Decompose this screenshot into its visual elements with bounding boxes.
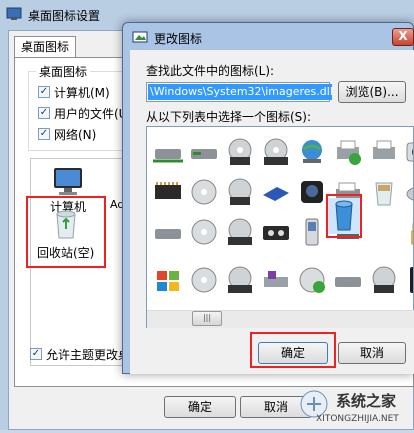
disc-check-icon[interactable]	[295, 263, 329, 297]
camera-icon[interactable]	[403, 135, 413, 169]
back-ok-button[interactable]: 确定	[164, 396, 236, 418]
drive-2-icon[interactable]	[331, 263, 365, 297]
dvd-r-icon[interactable]	[223, 175, 257, 209]
dvd-ram-icon[interactable]	[223, 215, 257, 249]
allow-themes-checkbox[interactable]: ✓	[30, 348, 42, 360]
tape-icon[interactable]	[259, 215, 293, 249]
close-button[interactable]: X	[392, 28, 414, 46]
select-icon-label: 从以下列表中选择一个图标(S):	[146, 110, 312, 124]
network-checkbox[interactable]: ✓	[38, 128, 50, 140]
icon-grid[interactable]	[146, 126, 414, 328]
webcam-icon[interactable]	[295, 175, 329, 209]
recycle-bin-label: 回收站(空)	[37, 246, 95, 260]
recycle-bin-full-icon[interactable]	[367, 175, 401, 209]
floppy-icon[interactable]	[259, 175, 293, 209]
disk-drive-icon[interactable]	[151, 215, 185, 249]
browse-button[interactable]: 浏览(B)...	[338, 81, 406, 103]
change-icon-title-icon	[132, 29, 148, 45]
drive-icon[interactable]	[187, 135, 221, 169]
computer-checkbox[interactable]: ✓	[38, 86, 50, 98]
group-title: 桌面图标	[36, 63, 91, 80]
mouse-icon[interactable]	[403, 175, 413, 209]
icon-grid-scrollbar[interactable]	[147, 310, 414, 328]
desktop-settings-icon	[6, 6, 22, 22]
recycle-bin-icon[interactable]	[48, 206, 84, 242]
front-ok-button[interactable]: 确定	[258, 342, 328, 364]
computer-checkbox-label: 计算机(M)	[54, 86, 110, 100]
watermark-url: XITONGZHIJIA.NET	[316, 414, 399, 424]
icon-file-path-value: \Windows\System32\imageres.dll	[148, 84, 332, 100]
cd-icon[interactable]	[187, 175, 221, 209]
printer-check-icon[interactable]	[331, 135, 365, 169]
dvd-rw-icon[interactable]	[259, 135, 293, 169]
windows-logo-icon[interactable]	[151, 263, 185, 297]
computer-icon[interactable]	[50, 164, 86, 200]
scrollbar-thumb[interactable]: |||	[192, 311, 222, 326]
change-icon-title: 更改图标	[154, 32, 203, 46]
dvd-icon[interactable]	[223, 135, 257, 169]
selected-recycle-bin-icon[interactable]	[328, 198, 360, 234]
phone-icon[interactable]	[295, 215, 329, 249]
cd-2-icon[interactable]	[187, 263, 221, 297]
tab-desktop-icons[interactable]: 桌面图标	[14, 36, 76, 58]
media-player-icon[interactable]	[403, 263, 413, 297]
cd-drive-icon[interactable]	[187, 215, 221, 249]
network-checkbox-label: 网络(N)	[54, 128, 97, 142]
printer-icon[interactable]	[367, 135, 401, 169]
network-globe-icon[interactable]	[295, 135, 329, 169]
dvd-disc-icon[interactable]	[367, 263, 401, 297]
front-cancel-button[interactable]: 取消	[338, 342, 406, 364]
allow-themes-label: 允许主题更改桌	[46, 348, 126, 362]
dvd-rom-icon[interactable]	[223, 263, 257, 297]
find-icons-label: 查找此文件中的图标(L):	[146, 64, 275, 78]
user-files-checkbox[interactable]: ✓	[38, 107, 50, 119]
window-title: 桌面图标设置	[28, 9, 101, 23]
floppy-drive-icon[interactable]	[259, 263, 293, 297]
watermark-brand: 系统之家	[336, 392, 397, 410]
chip-icon[interactable]	[151, 175, 185, 209]
lock-icon[interactable]	[403, 215, 413, 249]
network-drive-icon[interactable]	[151, 135, 185, 169]
